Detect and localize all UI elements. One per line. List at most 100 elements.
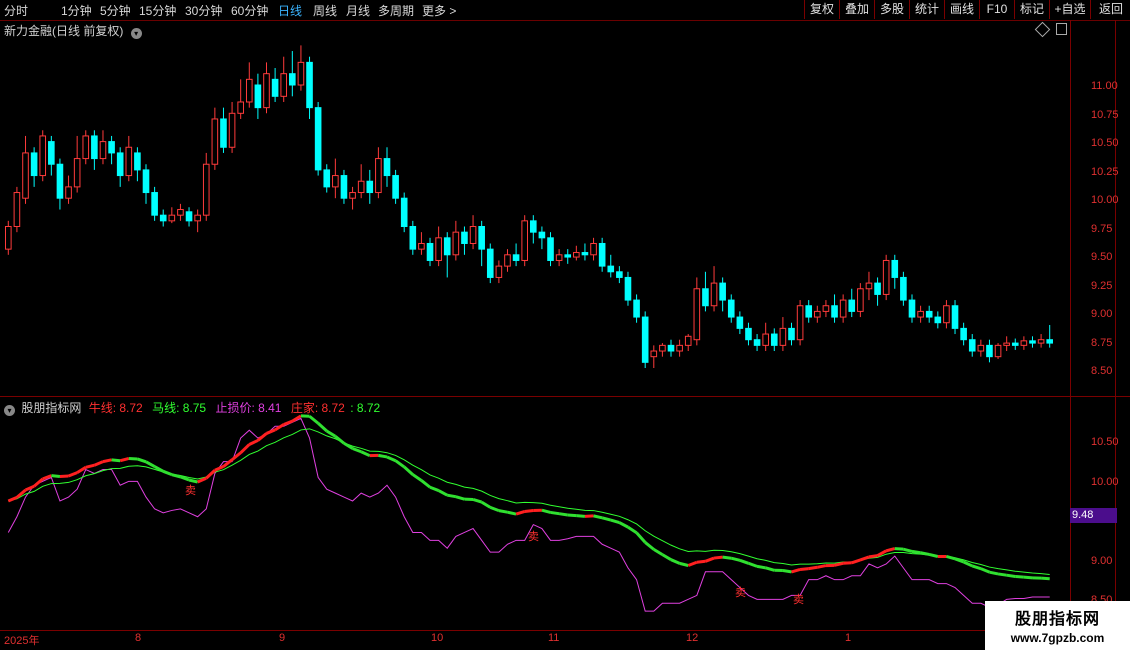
trend-segment <box>756 564 766 570</box>
indicator-line <box>7 417 1050 612</box>
candle <box>564 249 572 264</box>
candle <box>814 305 821 323</box>
candle <box>504 249 511 272</box>
candle <box>383 147 391 187</box>
candle <box>142 164 150 204</box>
candle <box>22 135 29 204</box>
candle <box>882 254 890 301</box>
candle <box>727 294 735 323</box>
toolbar: 分时 1分钟 5分钟 15分钟 30分钟 60分钟 日线 周线 月线 多周期 更… <box>0 0 1130 21</box>
trend-segment <box>239 443 251 454</box>
candle <box>65 175 72 204</box>
candle <box>13 186 21 233</box>
trend-segment <box>679 561 689 567</box>
trend-segment <box>437 489 448 497</box>
candle <box>73 135 81 193</box>
window-icon[interactable] <box>1056 23 1067 35</box>
trend-segment <box>997 572 1007 577</box>
tab-60min[interactable]: 60分钟 <box>231 2 268 19</box>
candle <box>280 56 288 102</box>
trend-segment <box>248 439 259 446</box>
tab-fenshi[interactable]: 分时 <box>4 2 28 19</box>
tab-daily[interactable]: 日线 <box>278 2 302 19</box>
candle <box>1029 336 1036 348</box>
candle <box>530 215 537 244</box>
tab-5min[interactable]: 5分钟 <box>100 2 131 19</box>
candle <box>99 130 107 165</box>
candle <box>986 339 993 363</box>
f10-button[interactable]: F10 <box>979 0 1014 19</box>
add-favorite-button[interactable]: +自选 <box>1049 0 1090 19</box>
y-tick: 10.75 <box>1091 109 1119 121</box>
candle <box>943 300 950 329</box>
candle <box>1020 336 1028 350</box>
tab-15min[interactable]: 15分钟 <box>139 2 176 19</box>
candle <box>684 334 692 352</box>
tab-1min[interactable]: 1分钟 <box>61 2 92 19</box>
candle <box>831 294 838 323</box>
trend-segment <box>472 498 483 504</box>
x-tick: 10 <box>431 632 444 644</box>
diamond-icon[interactable] <box>1034 21 1051 38</box>
trend-segment <box>188 478 198 484</box>
main-chart-title: 新力金融(日线 前复权) ▾ <box>4 22 142 39</box>
sell-marker: 卖 <box>528 530 539 543</box>
tab-multi-period[interactable]: 多周期 <box>378 2 414 19</box>
candle <box>788 322 795 346</box>
trend-segment <box>455 495 465 501</box>
trend-segment <box>618 521 629 529</box>
candle <box>848 288 856 318</box>
trend-segment <box>894 547 904 551</box>
trend-segment <box>317 422 328 433</box>
statistics-button[interactable]: 统计 <box>909 0 944 19</box>
y-tick: 9.50 <box>1091 251 1113 263</box>
candle <box>91 130 98 170</box>
multi-stock-button[interactable]: 多股 <box>874 0 909 19</box>
restore-rights-button[interactable]: 复权 <box>804 0 839 19</box>
overlay-button[interactable]: 叠加 <box>839 0 874 19</box>
mark-button[interactable]: 标记 <box>1014 0 1049 19</box>
trend-segment <box>403 465 414 476</box>
candle <box>426 237 434 267</box>
tab-more[interactable]: 更多 > <box>422 2 456 19</box>
trend-segment <box>851 558 861 565</box>
candle <box>452 220 460 261</box>
candle <box>908 294 916 323</box>
y-tick: 10.50 <box>1091 436 1119 448</box>
trend-segment <box>274 423 285 432</box>
candle <box>641 311 649 368</box>
candle <box>357 164 365 199</box>
candle <box>495 260 503 284</box>
trend-segment <box>541 508 551 514</box>
trend-segment <box>429 485 440 492</box>
trend-segment <box>119 456 130 463</box>
candle <box>590 237 597 261</box>
candle <box>857 283 864 318</box>
trend-segment <box>558 512 568 517</box>
trend-segment <box>593 514 603 520</box>
trend-segment <box>283 419 293 426</box>
tab-30min[interactable]: 30分钟 <box>185 2 222 19</box>
back-button[interactable]: 返回 <box>1090 0 1130 19</box>
trend-segment <box>601 516 612 522</box>
chevron-down-icon[interactable]: ▾ <box>130 28 142 39</box>
trend-segment <box>782 569 792 574</box>
tab-monthly[interactable]: 月线 <box>346 2 370 19</box>
draw-line-button[interactable]: 画线 <box>944 0 979 19</box>
candle <box>796 300 804 346</box>
trend-segment <box>653 548 664 556</box>
trend-segment <box>928 552 939 558</box>
panel-divider <box>0 396 1130 397</box>
candle <box>1046 324 1053 348</box>
tab-weekly[interactable]: 周线 <box>313 2 337 19</box>
trend-segment <box>231 451 242 461</box>
candle <box>297 45 305 91</box>
candle <box>736 311 744 335</box>
trend-segment <box>352 447 362 454</box>
x-tick: 9 <box>279 632 286 644</box>
candle <box>435 226 442 267</box>
candle <box>151 186 158 221</box>
trend-segment <box>627 525 638 535</box>
candle <box>254 73 262 119</box>
y-tick: 10.00 <box>1091 194 1119 206</box>
